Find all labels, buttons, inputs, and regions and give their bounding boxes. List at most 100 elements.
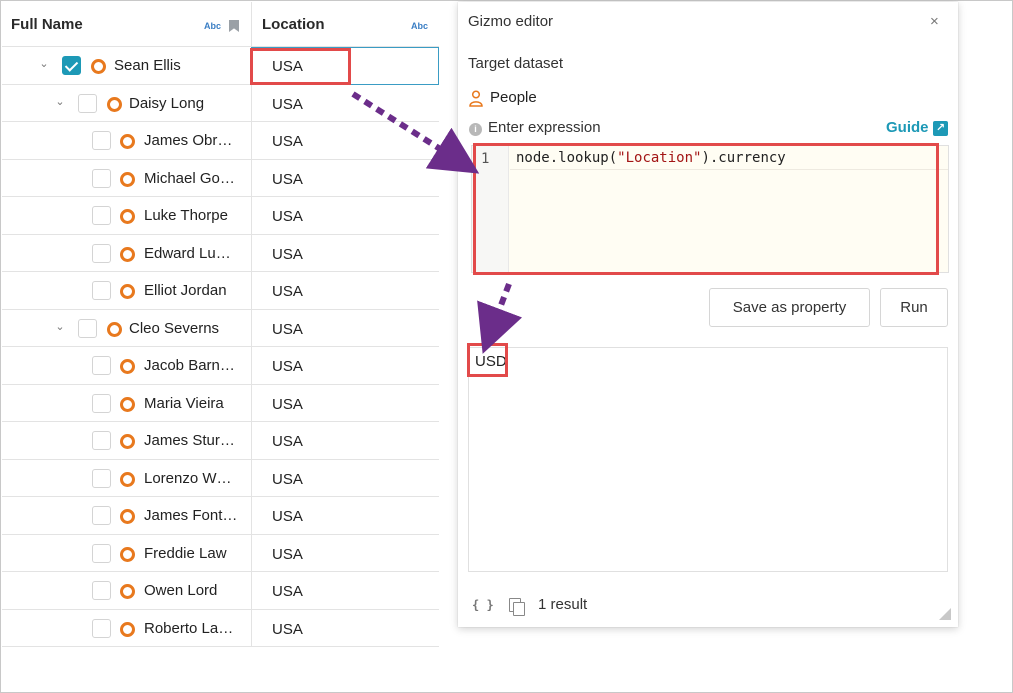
full-name-cell[interactable]: Jacob Barn… [2,347,251,384]
target-dataset-label: Target dataset [468,55,564,72]
target-dataset-value[interactable]: People [490,89,537,106]
full-name-cell[interactable]: James Font… [2,497,251,534]
location-cell[interactable]: USA [251,272,439,309]
info-icon[interactable]: i [469,123,482,136]
data-grid: Full Name Abc Location Abc ⌄ Sean Ellis US… [2,2,439,648]
location-cell[interactable]: USA [251,122,439,159]
location-cell[interactable]: USA [251,609,439,646]
table-row[interactable]: James Font… USA [2,497,439,535]
table-row[interactable]: Jacob Barn… USA [2,347,439,385]
table-row[interactable]: Edward Lu… USA [2,234,439,272]
location-text: USA [272,545,303,563]
node-ring-icon [120,359,135,374]
full-name-text: Michael Go… [144,169,235,187]
location-cell[interactable]: USA [251,159,439,196]
table-row[interactable]: Maria Vieira USA [2,384,439,422]
full-name-cell[interactable]: Roberto La… [2,610,251,647]
row-checkbox[interactable] [92,168,111,188]
location-cell[interactable]: USA [251,197,439,234]
table-row[interactable]: James Obr… USA [2,122,439,160]
full-name-cell[interactable]: James Obr… [2,122,251,159]
full-name-text: Daisy Long [129,94,205,112]
row-checkbox[interactable] [92,243,111,263]
column-header-location[interactable]: Location Abc [251,2,439,47]
resize-handle-icon[interactable] [939,608,951,620]
location-text: USA [272,470,303,488]
full-name-text: James Obr… [144,132,233,149]
full-name-cell[interactable]: Lorenzo W… [2,460,251,497]
row-checkbox[interactable] [92,431,111,450]
full-name-text: Freddie Law [144,544,227,562]
full-name-cell[interactable]: Edward Lu… [2,235,251,272]
table-row[interactable]: ⌄ Cleo Severns USA [2,309,439,347]
table-row[interactable]: James Stur… USA [2,422,439,460]
copy-icon[interactable] [509,598,525,616]
location-cell[interactable]: USA [251,422,439,459]
row-checkbox[interactable] [92,206,111,225]
table-row[interactable]: Lorenzo W… USA [2,459,439,497]
full-name-text: Edward Lu… [144,244,231,262]
full-name-cell[interactable]: Luke Thorpe [2,197,251,234]
location-cell[interactable]: USA [251,309,439,346]
row-checkbox[interactable] [92,543,111,563]
location-cell[interactable]: USA [251,572,439,609]
chevron-down-icon[interactable]: ⌄ [54,96,66,108]
table-row[interactable]: Elliot Jordan USA [2,272,439,310]
full-name-cell[interactable]: James Stur… [2,422,251,459]
close-icon[interactable]: × [930,13,939,30]
full-name-cell[interactable]: ⌄ Daisy Long [2,85,251,122]
table-row[interactable]: Michael Go… USA [2,159,439,197]
annotation-box-result [467,343,508,377]
full-name-text: Owen Lord [144,582,218,599]
full-name-cell[interactable]: Freddie Law [2,535,251,572]
row-checkbox[interactable] [62,56,81,75]
result-output-area[interactable]: USD [468,347,948,572]
full-name-cell[interactable]: ⌄ Cleo Severns [2,310,251,347]
table-row[interactable]: Roberto La… USA [2,609,439,647]
node-ring-icon [120,471,135,487]
table-row[interactable]: Freddie Law USA [2,534,439,572]
column-header-full-name[interactable]: Full Name Abc [2,2,251,47]
bookmark-icon[interactable] [229,20,239,32]
node-ring-icon [91,59,106,74]
row-checkbox[interactable] [92,618,111,638]
table-row[interactable]: Luke Thorpe USA [2,197,439,235]
location-cell[interactable]: USA [251,84,439,121]
row-checkbox[interactable] [92,581,111,600]
node-ring-icon [120,434,135,449]
full-name-cell[interactable]: Maria Vieira [2,385,251,422]
location-cell[interactable]: USA [251,384,439,421]
location-text: USA [272,283,303,300]
row-checkbox[interactable] [92,356,111,375]
row-checkbox[interactable] [78,318,97,338]
table-row[interactable]: ⌄ Daisy Long USA [2,84,439,122]
location-cell[interactable]: USA [251,497,439,534]
full-name-cell[interactable]: Owen Lord [2,572,251,609]
row-checkbox[interactable] [92,506,111,525]
row-checkbox[interactable] [92,393,111,413]
full-name-cell[interactable]: Michael Go… [2,160,251,197]
location-cell[interactable]: USA [251,234,439,271]
table-row[interactable]: Owen Lord USA [2,572,439,610]
full-name-text: Lorenzo W… [144,469,232,487]
run-button[interactable]: Run [880,288,948,327]
external-link-icon[interactable]: ↗ [933,121,948,136]
row-checkbox[interactable] [92,281,111,300]
save-as-property-button[interactable]: Save as property [709,288,870,327]
row-checkbox[interactable] [92,131,111,150]
node-ring-icon [120,284,135,299]
guide-link[interactable]: Guide [886,119,929,136]
node-ring-icon [120,209,135,224]
full-name-cell[interactable]: Elliot Jordan [2,272,251,309]
row-checkbox[interactable] [92,468,111,488]
full-name-text: Maria Vieira [144,394,224,412]
location-cell[interactable]: USA [251,459,439,496]
row-checkbox[interactable] [78,93,97,113]
location-text: USA [272,358,303,375]
chevron-down-icon[interactable]: ⌄ [54,321,66,333]
chevron-down-icon[interactable]: ⌄ [38,58,50,70]
full-name-cell[interactable]: ⌄ Sean Ellis [2,47,251,84]
braces-icon[interactable]: { } [472,598,494,612]
location-cell[interactable]: USA [251,347,439,384]
location-cell[interactable]: USA [251,534,439,571]
